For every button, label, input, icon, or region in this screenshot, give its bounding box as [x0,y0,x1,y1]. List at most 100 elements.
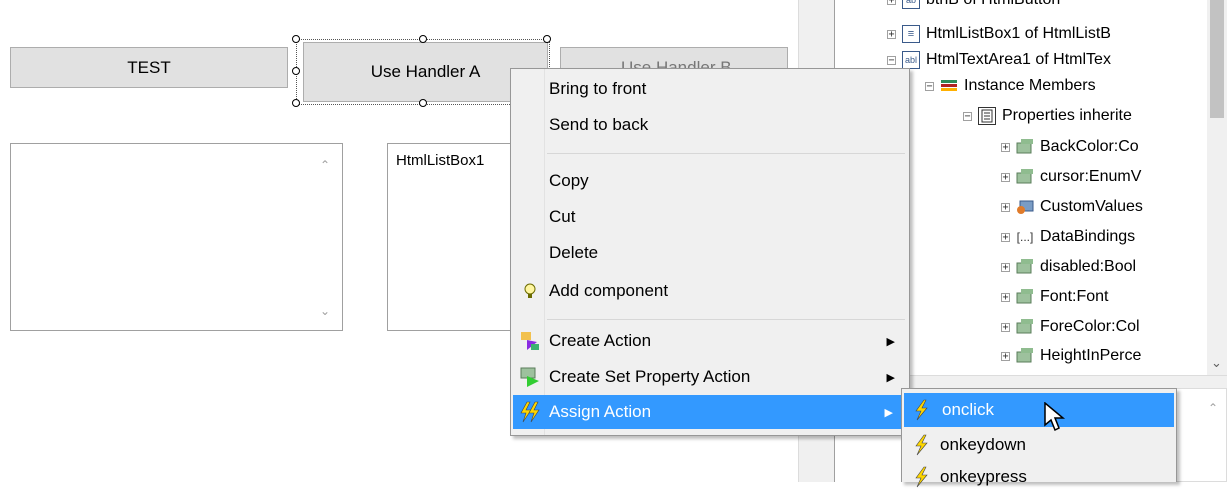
menu-separator [547,153,905,154]
collapse-icon[interactable]: − [887,55,896,65]
tree-row[interactable]: − abl HtmlTextArea1 of HtmlTex [887,47,1111,73]
expand-icon[interactable]: + [1001,142,1010,152]
tree-label: CustomValues [1040,198,1143,215]
lightbulb-icon [519,280,541,302]
tree-row[interactable]: + BackColor:Co [1001,134,1139,160]
tree-row[interactable]: + CustomValues [1001,194,1143,220]
resize-handle[interactable] [292,35,300,43]
tree-row[interactable]: − Instance Members [925,73,1096,99]
assign-action-icon [519,401,541,423]
submenu-arrow-icon: ▶ [884,406,893,419]
tree-label: Font:Font [1040,288,1109,305]
custom-values-icon [1016,198,1034,216]
test-button-label: TEST [127,57,171,77]
tree-row[interactable]: − Properties inherite [963,103,1132,129]
submenu-item-onkeydown[interactable]: onkeydown [902,429,1176,461]
tree-row[interactable]: + ForeColor:Col [1001,314,1140,340]
listbox-icon: ≡ [902,25,920,43]
scroll-down-icon[interactable]: ⌄ [1211,355,1222,371]
submenu-item-label: onkeypress [940,467,1027,486]
menu-item-label: Add component [549,281,669,300]
tree-row[interactable]: + [...] DataBindings [1001,224,1135,250]
assign-action-submenu: onclick onkeydown onkeypress [901,388,1177,488]
menu-item-label: Send to back [549,115,649,134]
tree-label: Instance Members [964,77,1096,94]
property-icon [1016,347,1034,365]
property-icon [1016,168,1034,186]
menu-item-copy[interactable]: Copy [511,165,909,197]
expand-icon[interactable]: + [887,29,896,39]
tree-label: DataBindings [1040,228,1136,245]
members-icon [940,77,958,95]
tree-row[interactable]: + disabled:Bool [1001,254,1136,280]
submenu-item-label: onkeydown [940,435,1027,454]
expand-icon[interactable]: + [1001,262,1010,272]
menu-item-cut[interactable]: Cut [511,201,909,233]
context-menu: Bring to front Send to back Copy Cut Del… [510,68,910,436]
tree-row[interactable]: + ab btnB of HtmlButton [887,0,1060,13]
property-icon [1016,318,1034,336]
tree-label: HtmlTextArea1 of HtmlTex [926,51,1111,68]
tree-label: HtmlListBox1 of HtmlListB [926,25,1111,42]
expand-icon[interactable]: + [1001,292,1010,302]
expand-icon[interactable]: + [1001,322,1010,332]
test-button[interactable]: TEST [10,47,288,88]
tree-label: Properties inherite [1002,107,1132,124]
menu-item-label: Copy [549,171,589,190]
scroll-up-arrow-icon[interactable]: ⌃ [1208,401,1218,415]
expand-icon[interactable]: + [887,0,896,5]
tree-row[interactable]: + HeightInPerce [1001,343,1141,369]
property-icon [1016,258,1034,276]
menu-item-send-to-back[interactable]: Send to back [511,109,909,141]
expand-icon[interactable]: + [1001,202,1010,212]
submenu-arrow-icon: ▶ [886,335,895,348]
scrollbar-thumb[interactable] [1210,0,1224,118]
collapse-icon[interactable]: − [925,81,934,91]
menu-item-label: Assign Action [549,402,652,421]
scroll-down-arrow-icon[interactable]: ⌄ [320,304,330,318]
tree-row[interactable]: + cursor:EnumV [1001,164,1141,190]
tree-row[interactable]: + ≡ HtmlListBox1 of HtmlListB [887,21,1111,47]
menu-item-bring-to-front[interactable]: Bring to front [511,73,909,105]
menu-item-assign-action[interactable]: Assign Action ▶ [513,395,907,429]
submenu-item-onkeypress[interactable]: onkeypress [902,461,1176,493]
listbox-label: HtmlListBox1 [396,152,485,169]
mouse-cursor-icon [1044,401,1070,432]
menu-item-label: Delete [549,243,599,262]
resize-handle[interactable] [419,35,427,43]
menu-item-create-set-property-action[interactable]: Create Set Property Action ▶ [511,361,909,393]
tree-row[interactable]: + Font:Font [1001,284,1108,310]
collapse-icon[interactable]: − [963,111,972,121]
set-property-icon [519,366,541,388]
tree-label: BackColor:Co [1040,138,1139,155]
tree-label: HeightInPerce [1040,347,1142,364]
properties-icon [978,107,996,125]
lightning-icon [910,466,932,488]
menu-separator [547,319,905,320]
expand-icon[interactable]: + [1001,351,1010,361]
lightning-icon [910,399,932,421]
menu-item-label: Create Action [549,331,652,350]
resize-handle[interactable] [292,99,300,107]
menu-item-label: Create Set Property Action [549,367,751,386]
resize-handle[interactable] [419,99,427,107]
text-area-box[interactable]: ⌃ ⌄ [10,143,343,331]
expand-icon[interactable]: + [1001,172,1010,182]
resize-handle[interactable] [292,67,300,75]
tree-scrollbar[interactable]: ⌄ [1207,0,1227,375]
tree-label: btnB of HtmlButton [926,0,1060,9]
submenu-item-onclick[interactable]: onclick [904,393,1174,427]
menu-item-create-action[interactable]: Create Action ▶ [511,325,909,357]
scroll-up-arrow-icon[interactable]: ⌃ [320,158,330,172]
menu-item-label: Cut [549,207,576,226]
resize-handle[interactable] [543,35,551,43]
menu-item-delete[interactable]: Delete [511,237,909,269]
menu-item-add-component[interactable]: Add component [511,275,909,307]
property-icon [1016,288,1034,306]
submenu-item-label: onclick [942,400,994,419]
create-action-icon [519,330,541,352]
menu-item-label: Bring to front [549,79,647,98]
lower-panel[interactable]: ⌃ [1175,388,1227,482]
expand-icon[interactable]: + [1001,232,1010,242]
lightning-icon [910,434,932,456]
